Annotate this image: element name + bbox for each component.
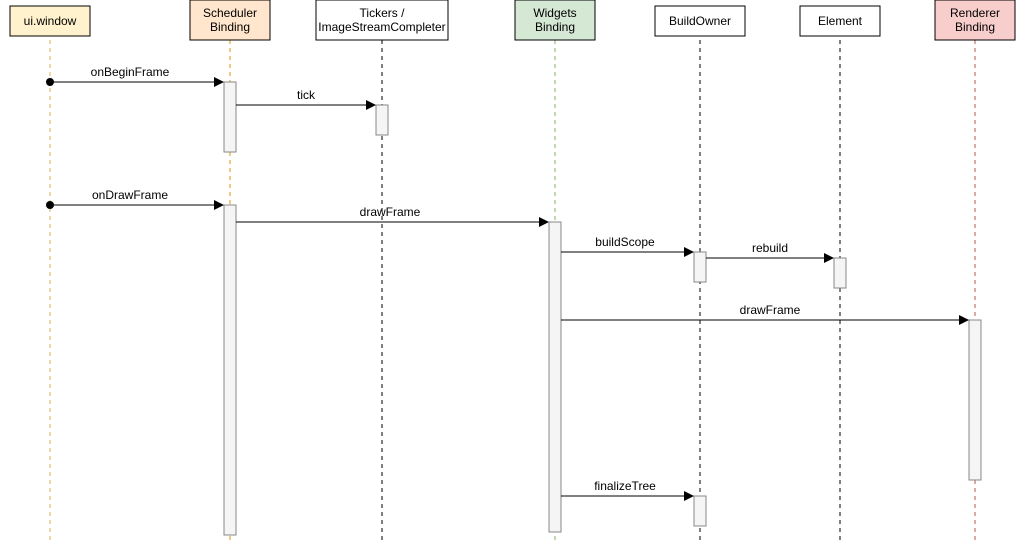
svg-text:Tickers /: Tickers / [360,6,406,20]
sequence-diagram: ui.window Scheduler Binding Tickers / Im… [0,0,1023,551]
message-buildScope: buildScope [561,235,694,257]
svg-text:ui.window: ui.window [24,14,77,28]
svg-text:drawFrame: drawFrame [360,205,421,219]
activation-build-owner-2 [694,496,706,526]
message-drawFrame-to-widgets: drawFrame [236,205,549,227]
svg-text:onBeginFrame: onBeginFrame [91,65,170,79]
svg-text:finalizeTree: finalizeTree [594,479,656,493]
participant-renderer-binding: Renderer Binding [935,0,1015,40]
svg-text:Element: Element [818,14,863,28]
participant-tickers: Tickers / ImageStreamCompleter [316,0,448,40]
svg-text:rebuild: rebuild [752,241,788,255]
participant-element: Element [800,6,880,36]
svg-text:Binding: Binding [955,20,995,34]
activation-build-owner-1 [694,252,706,282]
participant-scheduler-binding: Scheduler Binding [190,0,270,40]
message-drawFrame-to-renderer: drawFrame [561,303,969,325]
svg-text:Binding: Binding [535,20,575,34]
activation-scheduler-1 [224,82,236,152]
participant-widgets-binding: Widgets Binding [515,0,595,40]
message-onBeginFrame: onBeginFrame [46,65,224,87]
svg-text:onDrawFrame: onDrawFrame [92,188,168,202]
svg-text:Widgets: Widgets [533,6,576,20]
svg-text:ImageStreamCompleter: ImageStreamCompleter [318,20,445,34]
svg-text:BuildOwner: BuildOwner [669,14,731,28]
activation-widgets [549,222,561,532]
message-finalizeTree: finalizeTree [561,479,694,501]
activation-tickers [376,105,388,135]
svg-text:buildScope: buildScope [595,235,655,249]
activation-renderer [969,320,981,480]
svg-text:Scheduler: Scheduler [203,6,257,20]
participant-build-owner: BuildOwner [655,6,745,36]
participant-ui-window: ui.window [10,6,90,36]
svg-text:tick: tick [297,88,316,102]
message-onDrawFrame: onDrawFrame [46,188,224,210]
activation-element [834,258,846,288]
message-rebuild: rebuild [706,241,834,263]
svg-text:Renderer: Renderer [950,6,1000,20]
svg-text:drawFrame: drawFrame [740,303,801,317]
activation-scheduler-2 [224,205,236,535]
message-tick: tick [236,88,376,110]
svg-text:Binding: Binding [210,20,250,34]
